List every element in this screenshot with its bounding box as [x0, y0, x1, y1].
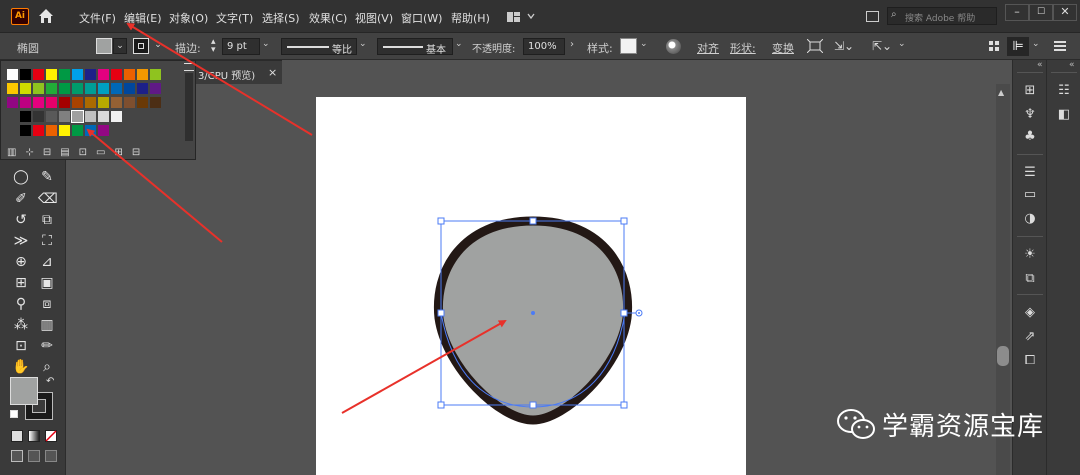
watermark: 学霸资源宝库 [836, 404, 1044, 444]
annotation-arrow-to-swatch [86, 128, 223, 243]
teardrop-shape[interactable] [433, 216, 633, 425]
wechat-icon [837, 409, 875, 439]
annotation-arrow-to-fill [126, 22, 313, 136]
center-point [531, 311, 535, 315]
watermark-text: 学霸资源宝库 [882, 411, 1045, 442]
